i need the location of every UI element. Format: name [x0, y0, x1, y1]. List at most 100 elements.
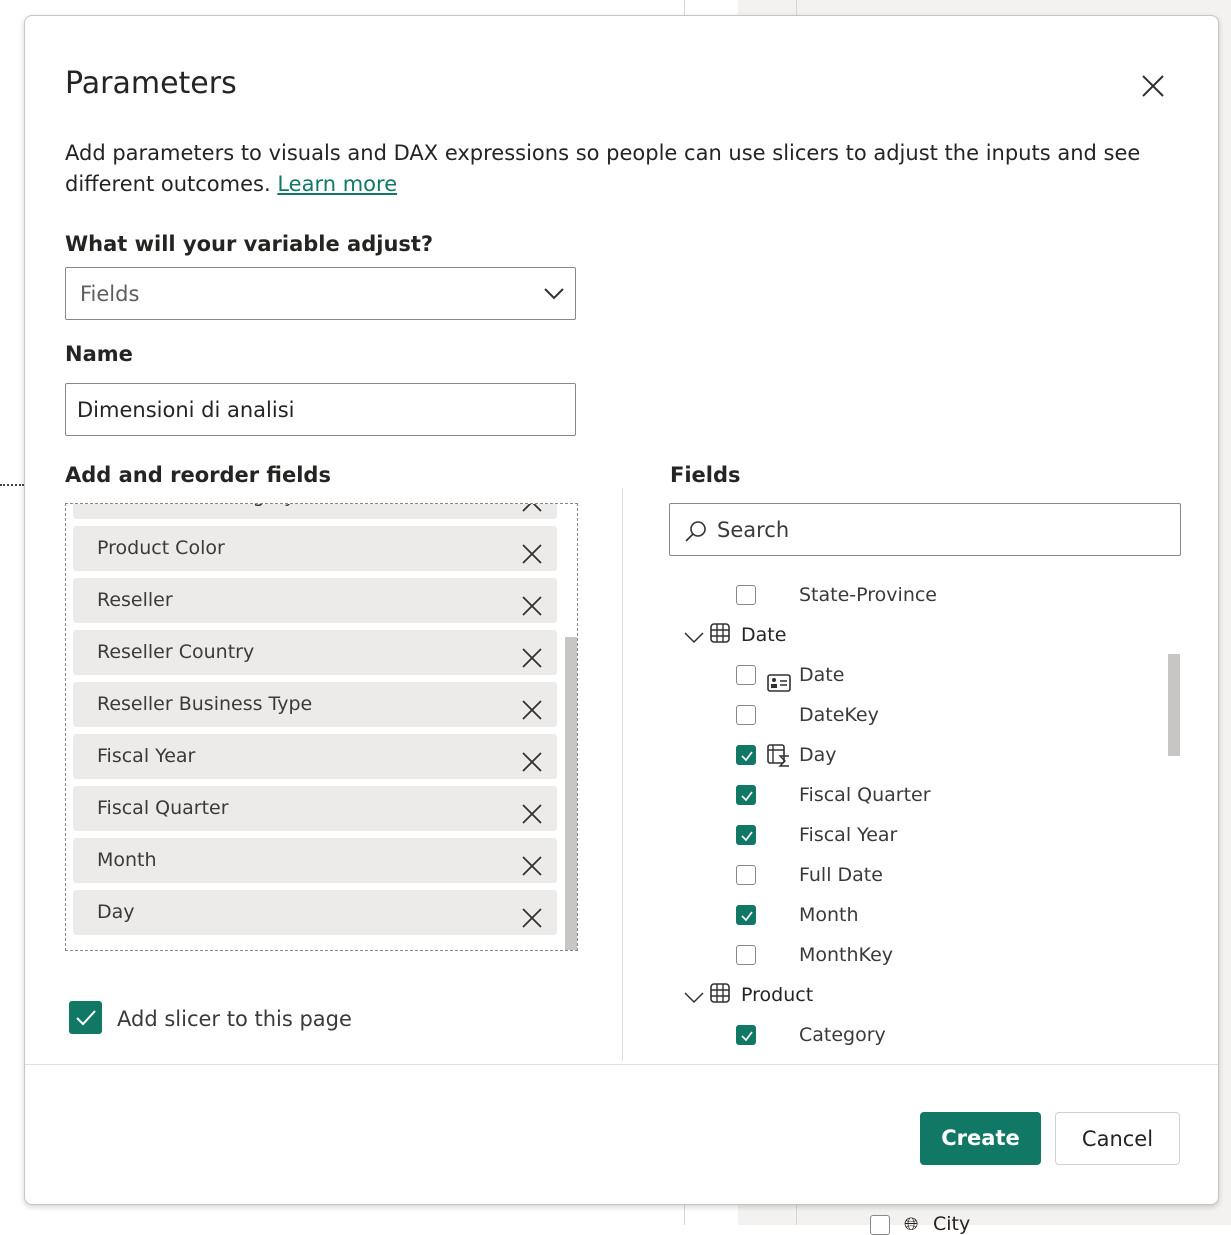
remove-icon	[522, 544, 542, 564]
field-label: Month	[799, 904, 859, 926]
dialog-title: Parameters	[65, 66, 237, 101]
parameters-dialog: Parameters Add parameters to visuals and…	[24, 15, 1219, 1205]
tree-field-item[interactable]: Category	[669, 1015, 1169, 1055]
learn-more-link[interactable]: Learn more	[277, 172, 397, 196]
remove-field-button[interactable]	[521, 537, 543, 582]
list-scrollbar[interactable]	[565, 637, 577, 950]
field-checkbox[interactable]	[736, 665, 756, 685]
field-checkbox[interactable]	[736, 745, 756, 765]
tree-field-item[interactable]: Month	[669, 895, 1169, 935]
background-checkbox	[870, 1215, 890, 1235]
checkmark-icon	[741, 791, 753, 802]
footer-divider	[25, 1064, 1218, 1065]
selected-field-item[interactable]: Product Color	[73, 526, 557, 571]
selected-field-item[interactable]: Fiscal Quarter	[73, 786, 557, 831]
remove-field-button[interactable]	[521, 797, 543, 842]
add-slicer-checkbox[interactable]	[69, 1001, 102, 1034]
tree-field-item[interactable]: Full Date	[669, 855, 1169, 895]
adjust-dropdown[interactable]: Fields	[65, 267, 576, 320]
table-label: Product	[741, 984, 814, 1006]
selected-field-item[interactable]: Day	[73, 890, 557, 935]
field-name: Month	[97, 849, 157, 871]
search-input[interactable]: Search	[669, 503, 1181, 556]
remove-field-button[interactable]	[521, 641, 543, 686]
id-card-icon	[767, 666, 791, 706]
tree-table-date[interactable]: Date	[669, 615, 1169, 655]
reorder-label: Add and reorder fields	[65, 463, 331, 487]
selected-field-item[interactable]: Month	[73, 838, 557, 883]
add-slicer-label: Add slicer to this page	[117, 1007, 352, 1031]
chevron-down-icon[interactable]	[683, 619, 705, 659]
remove-icon	[522, 504, 542, 512]
field-label: DateKey	[799, 704, 879, 726]
column-divider	[622, 488, 623, 1061]
selected-field-item[interactable]: Reseller Country	[73, 630, 557, 675]
remove-field-button[interactable]	[521, 849, 543, 894]
fields-label: Fields	[670, 463, 741, 487]
field-name: Reseller Business Type	[97, 693, 313, 715]
tree-scrollbar[interactable]	[1168, 654, 1180, 756]
field-checkbox[interactable]	[736, 905, 756, 925]
field-name: Product Subcategory	[97, 504, 295, 507]
field-checkbox[interactable]	[736, 705, 756, 725]
remove-field-button[interactable]	[521, 901, 543, 946]
checkmark-icon	[741, 1031, 753, 1042]
field-name: Reseller Country	[97, 641, 255, 663]
field-checkbox[interactable]	[736, 585, 756, 605]
name-label: Name	[65, 342, 133, 366]
table-icon	[710, 617, 730, 657]
adjust-label: What will your variable adjust?	[65, 232, 434, 256]
hierarchy-sum-icon	[767, 742, 791, 782]
checkmark-icon	[741, 751, 753, 762]
name-input[interactable]: Dimensioni di analisi	[65, 383, 576, 436]
selected-field-item[interactable]: Fiscal Year	[73, 734, 557, 779]
search-placeholder: Search	[717, 518, 790, 542]
tree-field-item[interactable]: Fiscal Year	[669, 815, 1169, 855]
tree-field-item[interactable]: Fiscal Quarter	[669, 775, 1169, 815]
remove-field-button[interactable]	[521, 693, 543, 738]
table-icon	[710, 977, 730, 1017]
field-label: Fiscal Year	[799, 824, 898, 846]
field-checkbox[interactable]	[736, 1025, 756, 1045]
field-name: Reseller	[97, 589, 173, 611]
remove-icon	[522, 700, 542, 720]
remove-field-button[interactable]	[521, 589, 543, 634]
tree-field-item[interactable]: Day	[669, 735, 1169, 775]
tree-field-item[interactable]: Date	[669, 655, 1169, 695]
dialog-description: Add parameters to visuals and DAX expres…	[65, 141, 1141, 196]
field-checkbox[interactable]	[736, 825, 756, 845]
tree-field-item[interactable]: DateKey	[669, 695, 1169, 735]
tree-table-product[interactable]: Product	[669, 975, 1169, 1015]
cancel-button[interactable]: Cancel	[1055, 1112, 1180, 1165]
remove-icon	[522, 648, 542, 668]
field-name: Product Color	[97, 537, 225, 559]
selected-field-item[interactable]: Reseller Business Type	[73, 682, 557, 727]
selected-field-item[interactable]: Product Subcategory	[73, 504, 557, 519]
create-button[interactable]: Create	[920, 1112, 1041, 1165]
field-label: Day	[799, 744, 837, 766]
checkmark-icon	[76, 1010, 96, 1026]
checkmark-icon	[741, 911, 753, 922]
selected-fields-list[interactable]: Day Month Fiscal Quarter Fiscal Year Reselle…	[65, 503, 578, 951]
field-name: Fiscal Year	[97, 745, 196, 767]
close-icon	[1142, 75, 1164, 97]
search-icon	[685, 521, 706, 542]
field-name: Day	[97, 901, 135, 923]
selected-field-item[interactable]: Reseller	[73, 578, 557, 623]
field-label: Date	[799, 664, 845, 686]
field-name: Fiscal Quarter	[97, 797, 229, 819]
remove-field-button[interactable]	[521, 504, 543, 530]
field-checkbox[interactable]	[736, 865, 756, 885]
field-checkbox[interactable]	[736, 945, 756, 965]
remove-field-button[interactable]	[521, 745, 543, 790]
chevron-down-icon[interactable]	[683, 979, 705, 1019]
close-button[interactable]	[1140, 73, 1166, 99]
remove-icon	[522, 752, 542, 772]
tree-field-item[interactable]: State-Province	[669, 575, 1169, 615]
table-label: Date	[741, 624, 787, 646]
remove-icon	[522, 908, 542, 928]
tree-field-item[interactable]: MonthKey	[669, 935, 1169, 975]
field-checkbox[interactable]	[736, 785, 756, 805]
field-label: State-Province	[799, 584, 937, 606]
field-label: MonthKey	[799, 944, 893, 966]
